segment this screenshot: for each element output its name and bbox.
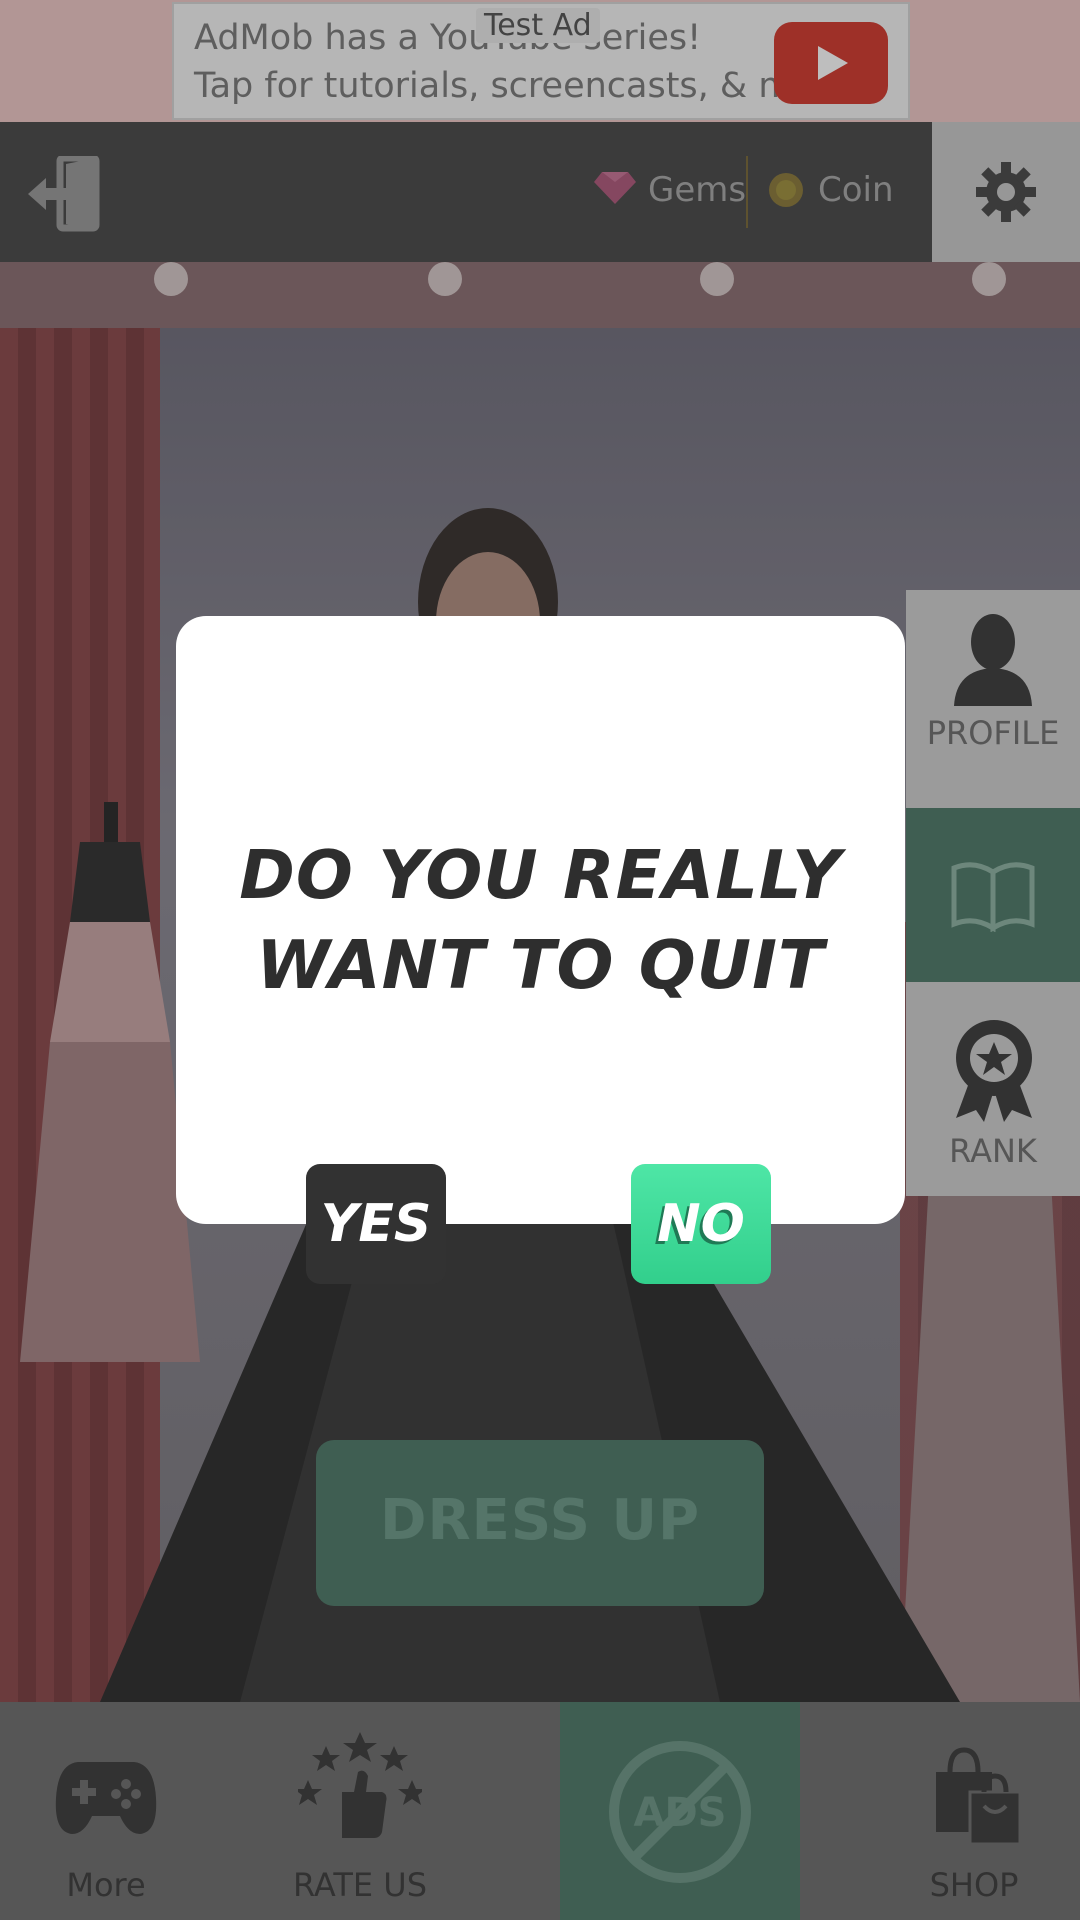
quit-dialog-line-1: DO YOU REALLY xyxy=(239,836,842,914)
no-button[interactable]: NO xyxy=(631,1164,771,1284)
quit-dialog: DO YOU REALLY WANT TO QUIT xyxy=(176,616,905,1224)
no-label: NO xyxy=(657,1194,745,1254)
quit-dialog-line-2: WANT TO QUIT xyxy=(256,926,825,1004)
yes-label: YES xyxy=(320,1194,432,1254)
yes-button[interactable]: YES xyxy=(306,1164,446,1284)
quit-dialog-message: DO YOU REALLY WANT TO QUIT xyxy=(176,830,905,1010)
